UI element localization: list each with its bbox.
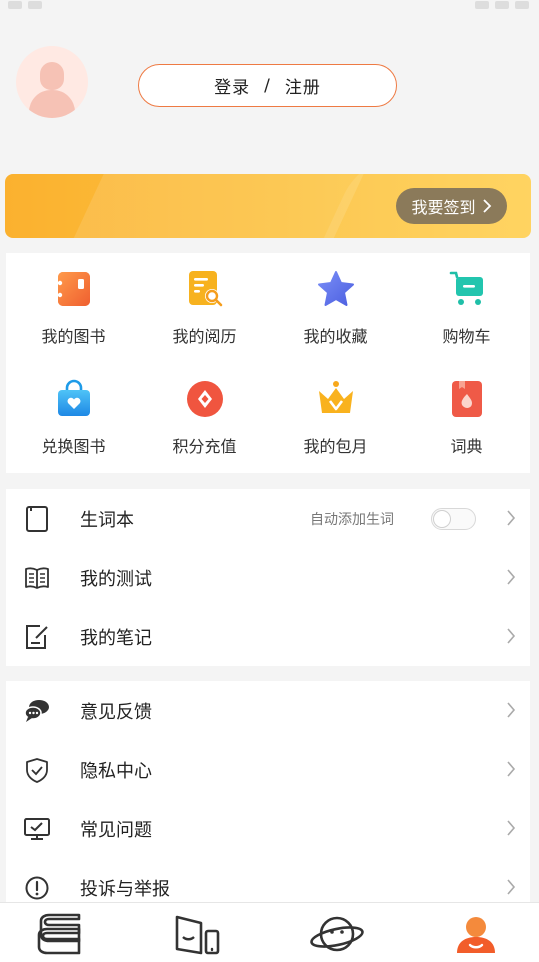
alert-circle-icon — [25, 876, 49, 900]
login-register-button[interactable]: 登录 / 注册 — [138, 64, 397, 107]
list-label: 常见问题 — [80, 819, 152, 841]
planet-icon — [310, 916, 364, 952]
grid-item-points-topup[interactable]: 积分充值 — [139, 363, 270, 473]
star-icon — [316, 269, 356, 309]
status-bar — [0, 0, 539, 14]
tab-store[interactable] — [171, 909, 225, 959]
tab-profile[interactable] — [449, 909, 503, 959]
list-label: 意见反馈 — [80, 701, 152, 723]
profile-icon — [457, 917, 495, 953]
status-left-icons — [8, 0, 68, 9]
grid-label: 我的阅历 — [172, 327, 237, 346]
list-item-my-tests[interactable]: 我的测试 — [6, 548, 530, 607]
login-label: 登录 — [214, 78, 251, 98]
feature-grid: 我的图书 我的阅历 我的收藏 购物车 兑换图书 积分充值 我的包月 词典 — [6, 253, 530, 473]
bookshelf-icon — [37, 913, 81, 955]
status-right-icons — [469, 0, 529, 13]
notebook-icon — [26, 506, 48, 532]
avatar-body — [29, 90, 75, 118]
list-label: 我的笔记 — [80, 627, 152, 649]
register-label: 注册 — [284, 78, 321, 98]
list-card-learning: 生词本 自动添加生词 我的测试 我的笔记 — [6, 489, 530, 666]
list-card-support: 意见反馈 隐私中心 常见问题 投诉与举报 — [6, 681, 530, 902]
list-item-vocabulary-book[interactable]: 生词本 自动添加生词 — [6, 489, 530, 548]
grid-label: 兑换图书 — [41, 437, 106, 456]
avatar-head — [40, 62, 64, 90]
list-label: 隐私中心 — [80, 760, 152, 782]
store-icon — [175, 915, 220, 955]
dictionary-icon — [447, 379, 487, 419]
list-label: 我的测试 — [80, 568, 152, 590]
chevron-right-icon — [482, 199, 491, 213]
list-item-my-notes[interactable]: 我的笔记 — [6, 607, 530, 666]
chevron-right-icon — [507, 702, 516, 718]
list-label: 投诉与举报 — [80, 878, 170, 900]
auto-add-words-label: 自动添加生词 — [310, 511, 394, 528]
bag-icon — [54, 379, 94, 419]
toggle-knob — [433, 510, 451, 528]
grid-label: 我的包月 — [303, 437, 368, 456]
grid-label: 词典 — [450, 437, 483, 456]
chevron-right-icon — [507, 628, 516, 644]
grid-item-monthly-plan[interactable]: 我的包月 — [270, 363, 401, 473]
bottom-tab-bar — [0, 902, 539, 962]
chevron-right-icon — [507, 879, 516, 895]
grid-item-my-books[interactable]: 我的图书 — [8, 253, 139, 363]
signin-button[interactable]: 我要签到 — [396, 188, 507, 224]
grid-label: 我的图书 — [41, 327, 106, 346]
tab-bookshelf[interactable] — [33, 909, 87, 959]
grid-item-redeem-books[interactable]: 兑换图书 — [8, 363, 139, 473]
avatar[interactable] — [16, 46, 88, 118]
chevron-right-icon — [507, 569, 516, 585]
grid-item-dictionary[interactable]: 词典 — [401, 363, 532, 473]
cart-icon — [447, 269, 487, 309]
chat-bubbles-icon — [24, 700, 49, 722]
grid-label: 积分充值 — [172, 437, 237, 456]
crown-icon — [316, 379, 356, 419]
list-item-privacy-center[interactable]: 隐私中心 — [6, 740, 530, 799]
test-book-icon — [25, 567, 49, 589]
signin-label: 我要签到 — [411, 198, 476, 217]
tab-explore[interactable] — [310, 909, 364, 959]
reading-history-icon — [185, 269, 225, 309]
grid-item-favorites[interactable]: 我的收藏 — [270, 253, 401, 363]
shield-icon — [26, 758, 48, 783]
list-item-faq[interactable]: 常见问题 — [6, 799, 530, 858]
grid-item-reading-history[interactable]: 我的阅历 — [139, 253, 270, 363]
chevron-right-icon — [507, 510, 516, 526]
list-label: 生词本 — [80, 509, 134, 531]
list-item-feedback[interactable]: 意见反馈 — [6, 681, 530, 740]
book-icon — [54, 269, 94, 309]
chevron-right-icon — [507, 820, 516, 836]
grid-label: 我的收藏 — [303, 327, 368, 346]
monitor-check-icon — [24, 818, 50, 840]
chevron-right-icon — [507, 761, 516, 777]
grid-item-cart[interactable]: 购物车 — [401, 253, 532, 363]
grid-label: 购物车 — [442, 327, 491, 346]
note-edit-icon — [26, 625, 48, 649]
points-icon — [185, 379, 225, 419]
auto-add-words-toggle[interactable] — [431, 508, 476, 530]
login-separator: / — [264, 75, 271, 96]
